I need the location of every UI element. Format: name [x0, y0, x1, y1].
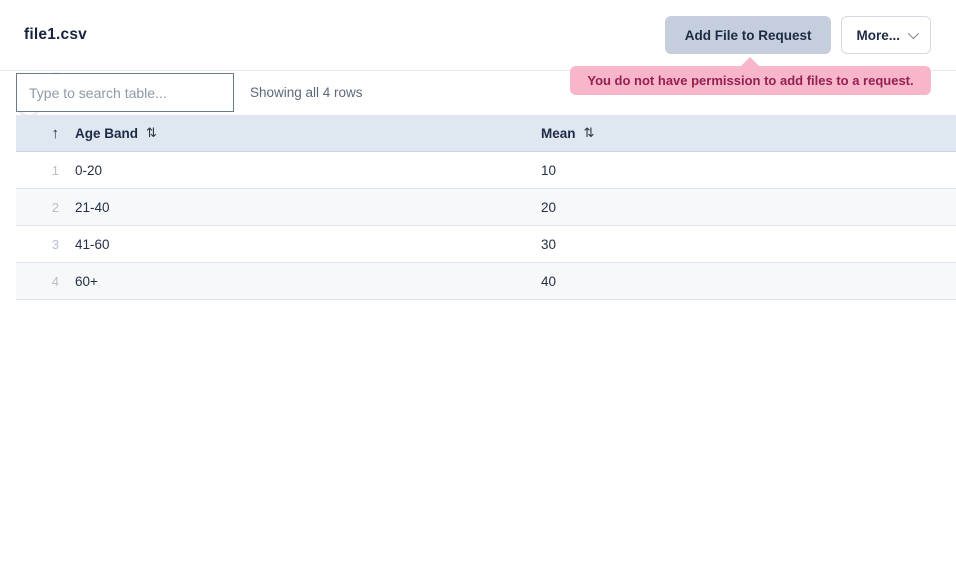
- add-file-to-request-button[interactable]: Add File to Request: [665, 16, 832, 54]
- age-band-cell: 0-20: [59, 163, 525, 178]
- table-row: 2 21-40 20: [16, 189, 956, 226]
- table-row: 3 41-60 30: [16, 226, 956, 263]
- column-header-label: Mean: [541, 126, 576, 141]
- sort-direction-header[interactable]: ↑: [16, 125, 59, 142]
- age-band-cell: 60+: [59, 274, 525, 289]
- table-row: 4 60+ 40: [16, 263, 956, 300]
- data-table: ↑ Age Band ⇅ Mean ⇅ 1 0-20 10 2 21-40 20…: [16, 115, 956, 300]
- chevron-down-icon: [908, 28, 919, 39]
- more-button[interactable]: More...: [841, 16, 931, 54]
- mean-cell: 10: [525, 163, 956, 178]
- file-title: file1.csv: [24, 26, 87, 44]
- search-input[interactable]: [16, 73, 234, 112]
- permission-tooltip: You do not have permission to add files …: [570, 66, 931, 95]
- sort-toggle-icon: ⇅: [146, 125, 157, 141]
- header-actions: Add File to Request More...: [665, 16, 931, 54]
- tooltip-arrow-icon: [741, 57, 759, 66]
- sort-ascending-icon: ↑: [52, 125, 60, 142]
- column-header-label: Age Band: [75, 126, 138, 141]
- table-header-row: ↑ Age Band ⇅ Mean ⇅: [16, 115, 956, 152]
- row-number: 1: [16, 163, 59, 178]
- age-band-cell: 41-60: [59, 237, 525, 252]
- table-row: 1 0-20 10: [16, 152, 956, 189]
- age-band-cell: 21-40: [59, 200, 525, 215]
- file-viewer-page: file1.csv Add File to Request More... Yo…: [0, 0, 956, 575]
- sort-toggle-icon: ⇅: [584, 125, 595, 141]
- more-button-label: More...: [856, 28, 900, 43]
- mean-cell: 30: [525, 237, 956, 252]
- column-header-mean[interactable]: Mean ⇅: [525, 125, 956, 141]
- permission-tooltip-text: You do not have permission to add files …: [587, 73, 913, 88]
- page-header: file1.csv Add File to Request More...: [0, 0, 956, 71]
- row-number: 3: [16, 237, 59, 252]
- row-number: 2: [16, 200, 59, 215]
- mean-cell: 40: [525, 274, 956, 289]
- mean-cell: 20: [525, 200, 956, 215]
- column-header-age-band[interactable]: Age Band ⇅: [59, 125, 525, 141]
- row-number: 4: [16, 274, 59, 289]
- row-count-text: Showing all 4 rows: [250, 73, 363, 112]
